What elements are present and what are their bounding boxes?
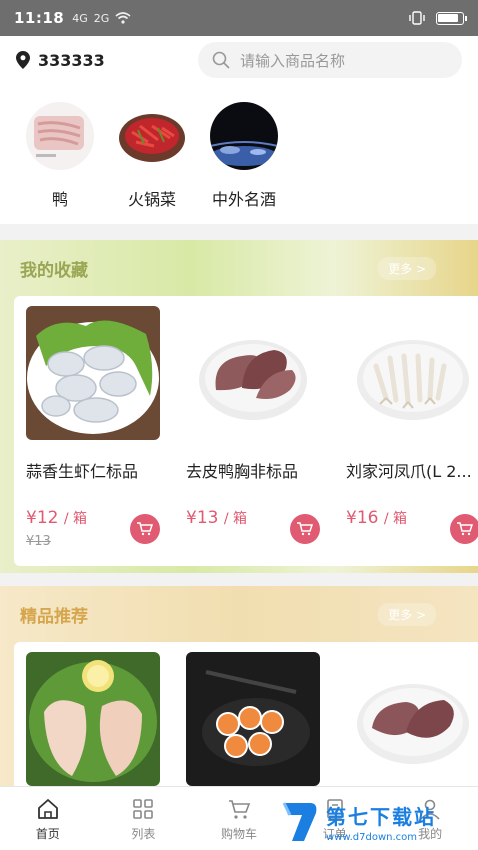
product-price: ¥13 / 箱	[186, 508, 247, 528]
signal-label-2: 2G	[93, 11, 110, 25]
favorites-section: 我的收藏 更多 > 蒜香生虾仁标品 ¥12 / 箱 ¥13 去皮鸭胸非标品 ¥1…	[0, 240, 478, 573]
watermark-logo-icon	[282, 802, 317, 841]
cart-icon	[137, 522, 153, 536]
duck-feet-image	[26, 102, 94, 170]
featured-section: 精品推荐 更多 >	[0, 586, 478, 842]
hotpot-dish-image	[118, 102, 186, 170]
add-to-cart-button[interactable]	[450, 514, 478, 544]
search-input[interactable]: 请输入商品名称	[198, 42, 462, 78]
search-icon	[212, 51, 230, 69]
price-value: ¥16	[346, 508, 379, 528]
status-bar: 11:18 4G 2G	[0, 0, 478, 36]
original-price: ¥13	[26, 534, 51, 549]
price-value: ¥13	[186, 508, 219, 528]
more-link[interactable]: 更多 >	[378, 256, 436, 280]
wifi-icon	[115, 12, 131, 24]
cart-icon	[228, 800, 251, 819]
tab-label: 购物车	[220, 827, 257, 841]
category-item-hotpot[interactable]: 火锅菜	[106, 102, 198, 224]
category-label: 火锅菜	[127, 190, 176, 209]
add-to-cart-button[interactable]	[290, 514, 320, 544]
salmon-roll-image	[186, 652, 320, 786]
add-to-cart-button[interactable]	[130, 514, 160, 544]
shrimp-image	[26, 306, 160, 440]
price-unit: / 箱	[63, 511, 88, 527]
location-icon[interactable]	[16, 51, 30, 69]
price-unit: / 箱	[223, 511, 248, 527]
tab-label: 首页	[35, 827, 60, 841]
price-value: ¥12	[26, 508, 59, 528]
product-name: 刘家河凤爪(L 2...	[346, 462, 472, 481]
section-title: 我的收藏	[20, 260, 88, 281]
product-card[interactable]: 蒜香生虾仁标品 ¥12 / 箱 ¥13	[26, 306, 186, 566]
location-text[interactable]: 333333	[38, 51, 105, 70]
tab-cart[interactable]: 购物车	[191, 787, 287, 850]
top-header: 333333 请输入商品名称	[0, 36, 478, 84]
vibrate-icon	[409, 11, 425, 25]
product-price: ¥16 / 箱	[346, 508, 407, 528]
category-label: 鸭	[51, 190, 68, 209]
more-link[interactable]: 更多 >	[378, 602, 436, 626]
product-card[interactable]: 刘家河凤爪(L 2... ¥16 / 箱	[346, 306, 478, 566]
watermark: 第七下载站 www.d7down.com	[280, 796, 476, 848]
duck-meat-image	[346, 652, 478, 786]
signal-label-1: 4G	[72, 11, 88, 25]
search-placeholder: 请输入商品名称	[240, 51, 346, 70]
category-item-duck[interactable]: 鸭	[14, 102, 106, 224]
cart-icon	[457, 522, 473, 536]
category-label: 中外名酒	[211, 190, 276, 209]
product-name: 去皮鸭胸非标品	[186, 462, 299, 481]
watermark-main-text: 第七下载站	[326, 805, 436, 829]
watermark-sub-text: www.d7down.com	[326, 832, 418, 843]
tab-list[interactable]: 列表	[96, 787, 192, 850]
cart-icon	[297, 522, 313, 536]
chicken-feet-image	[346, 306, 478, 440]
product-name: 蒜香生虾仁标品	[26, 462, 139, 481]
liquor-image	[210, 102, 278, 170]
tab-label: 列表	[131, 827, 156, 841]
price-unit: / 箱	[383, 511, 408, 527]
chicken-breast-image	[26, 652, 160, 786]
battery-icon	[436, 11, 467, 25]
favorites-product-list: 蒜香生虾仁标品 ¥12 / 箱 ¥13 去皮鸭胸非标品 ¥13 / 箱 刘家河凤…	[14, 296, 478, 566]
category-item-liquor[interactable]: 中外名酒	[198, 102, 290, 224]
grid-icon	[133, 799, 154, 819]
status-time: 11:18	[14, 9, 65, 27]
signal-indicators: 4G 2G	[72, 12, 131, 25]
product-card[interactable]: 去皮鸭胸非标品 ¥13 / 箱	[186, 306, 346, 566]
tab-home[interactable]: 首页	[0, 787, 96, 850]
section-title: 精品推荐	[20, 606, 88, 627]
home-icon	[37, 799, 58, 819]
duck-breast-image	[186, 306, 320, 440]
product-price: ¥12 / 箱	[26, 508, 87, 528]
category-row: 鸭 火锅菜 中外名酒	[0, 84, 478, 224]
